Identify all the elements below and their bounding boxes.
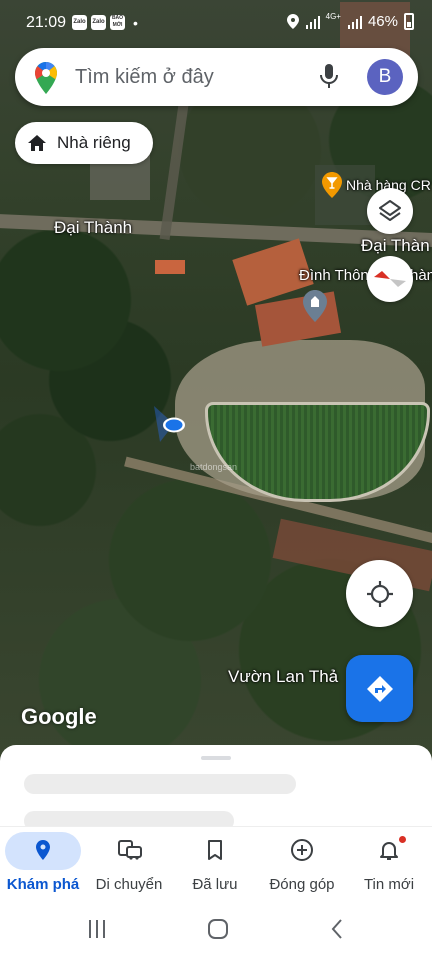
status-bar: 21:09 Zalo Zalo BÁO MỚI • 4G+ 46%: [0, 0, 432, 44]
google-logo: Google: [21, 704, 97, 729]
recent-apps-icon[interactable]: [87, 918, 107, 940]
cell-signal-icon: [347, 15, 362, 29]
home-icon: [28, 135, 46, 151]
roof: [155, 260, 185, 274]
zalo-app-icon: Zalo: [72, 15, 87, 30]
bottom-navigation: Khám phá Di chuyển Đã lưu Đóng góp Tin m…: [0, 826, 432, 900]
layers-icon: [379, 200, 401, 221]
search-input[interactable]: Tìm kiếm ở đây: [75, 66, 214, 89]
nav-saved-label: Đã lưu: [192, 876, 238, 893]
nav-explore-label: Khám phá: [6, 876, 80, 893]
add-circle-icon: [291, 839, 313, 861]
map-label-temple[interactable]: Đình Thôn: [299, 267, 369, 284]
map-label-dai-thanh-right[interactable]: Đại Thàn: [361, 236, 430, 256]
avatar[interactable]: B: [367, 59, 403, 95]
location-status-icon: [286, 14, 299, 29]
nav-commute-label: Di chuyển: [95, 876, 163, 893]
bookmark-icon: [208, 840, 222, 860]
sheet-drag-handle[interactable]: [201, 756, 231, 760]
map-label-temple-suffix: hàn: [410, 267, 432, 284]
home-shortcut-chip[interactable]: Nhà riêng: [15, 122, 153, 164]
battery-percent: 46%: [367, 13, 398, 30]
watermark: batdongsan: [190, 462, 238, 472]
map-label-dai-thanh[interactable]: Đại Thành: [54, 218, 132, 238]
notification-badge: [399, 836, 406, 843]
map-label-garden[interactable]: Vườn Lan Thả: [228, 667, 338, 687]
home-chip-label: Nhà riêng: [57, 133, 131, 152]
notification-dot-icon: •: [133, 15, 138, 31]
zalo-app-icon: Zalo: [91, 15, 106, 30]
nav-contribute[interactable]: Đóng góp: [259, 827, 345, 901]
nav-commute[interactable]: Di chuyển: [86, 827, 172, 901]
nav-updates-label: Tin mới: [363, 876, 415, 893]
microphone-icon[interactable]: [319, 63, 339, 91]
satellite-map[interactable]: Đại Thành Đại Thàn Nhà hàng CR Đình Thôn…: [0, 0, 432, 760]
road: [159, 90, 191, 240]
loading-placeholder: [24, 774, 296, 794]
layers-button[interactable]: [367, 188, 413, 234]
system-navigation-bar: [0, 900, 432, 960]
compass-icon: [374, 271, 406, 287]
search-bar[interactable]: Tìm kiếm ở đây B: [15, 48, 418, 106]
status-time: 21:09: [26, 14, 67, 31]
commute-icon: [118, 840, 142, 860]
restaurant-pin-icon[interactable]: [322, 172, 342, 198]
nav-explore[interactable]: Khám phá: [0, 827, 86, 901]
crosshair-icon: [366, 580, 393, 607]
network-type: 4G+: [325, 12, 341, 21]
roof: [254, 291, 342, 347]
nav-contribute-label: Đóng góp: [269, 876, 335, 893]
current-location-icon: [154, 406, 185, 442]
temple-pin-icon[interactable]: [303, 290, 327, 322]
nav-saved[interactable]: Đã lưu: [172, 827, 258, 901]
directions-icon: [366, 675, 393, 702]
directions-button[interactable]: [346, 655, 413, 722]
home-nav-icon[interactable]: [207, 918, 229, 940]
back-icon[interactable]: [330, 918, 344, 940]
battery-icon: [404, 13, 414, 30]
wifi-signal-icon: [305, 15, 320, 29]
location-pin-icon: [36, 840, 50, 860]
google-maps-logo-icon: [35, 62, 57, 94]
nav-updates[interactable]: Tin mới: [346, 827, 432, 901]
my-location-button[interactable]: [346, 560, 413, 627]
bell-icon: [380, 842, 398, 860]
baomoi-app-icon: BÁO MỚI: [110, 15, 125, 30]
compass-button[interactable]: [367, 256, 413, 302]
